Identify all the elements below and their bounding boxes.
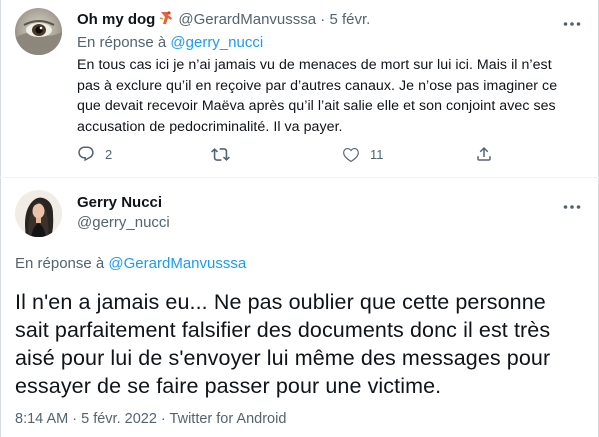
retweet-button[interactable] [211,145,240,164]
separator-dot: · [72,411,78,427]
tweet-actions: 2 11 [77,145,517,169]
reply-to-mention-link[interactable]: @gerry_nucci [170,34,263,51]
like-count: 11 [370,146,384,162]
profile-photo-image [15,190,62,237]
tweet-time[interactable]: 8:14 AM [15,411,68,427]
like-button[interactable]: 11 [342,145,384,163]
tweet-text: Il n'en a jamais eu... Ne pas oublier qu… [15,290,551,398]
more-options-icon[interactable] [563,14,581,32]
user-handle[interactable]: @gerry_nucci [77,213,170,233]
tweet-date[interactable]: 5 févr. [329,11,370,28]
dog-avatar-image [15,8,62,55]
separator-dot: · [320,11,326,28]
share-button[interactable] [475,145,503,163]
tweet-date[interactable]: 5 févr. 2022 [81,411,157,427]
tweet-text: En tous cas ici je n’ai jamais vu de men… [77,57,558,135]
reply-context: En réponse à @gerry_nucci [77,33,263,53]
share-icon [477,146,491,161]
avatar[interactable] [15,8,62,55]
reply-prefix: En réponse à [15,255,105,272]
tweet-source-link[interactable]: Twitter for Android [170,411,287,427]
separator-dot: · [160,411,166,427]
reply-context: En réponse à @GerardManvusssa [15,254,246,274]
heart-icon [343,147,359,163]
reply-icon [78,146,94,162]
user-handle[interactable]: @GerardManvusssa [178,11,316,28]
reply-count: 2 [105,146,113,162]
display-name[interactable]: Oh my dog [77,11,155,28]
more-options-icon[interactable] [563,197,581,215]
reply-tweet-header: Oh my dog @GerardManvusssa · 5 févr. [77,10,370,32]
dog-emoji-icon [158,10,174,32]
tweet-metadata: 8:14 AM · 5 févr. 2022 · Twitter for And… [15,409,286,429]
avatar[interactable] [15,190,62,237]
reply-prefix: En réponse à [77,34,167,51]
retweet-icon [211,148,230,161]
reply-tweet[interactable]: Oh my dog @GerardManvusssa · 5 févr. En r… [0,0,599,178]
reply-to-mention-link[interactable]: @GerardManvusssa [108,255,246,272]
reply-button[interactable]: 2 [77,145,112,163]
display-name[interactable]: Gerry Nucci [77,193,162,213]
